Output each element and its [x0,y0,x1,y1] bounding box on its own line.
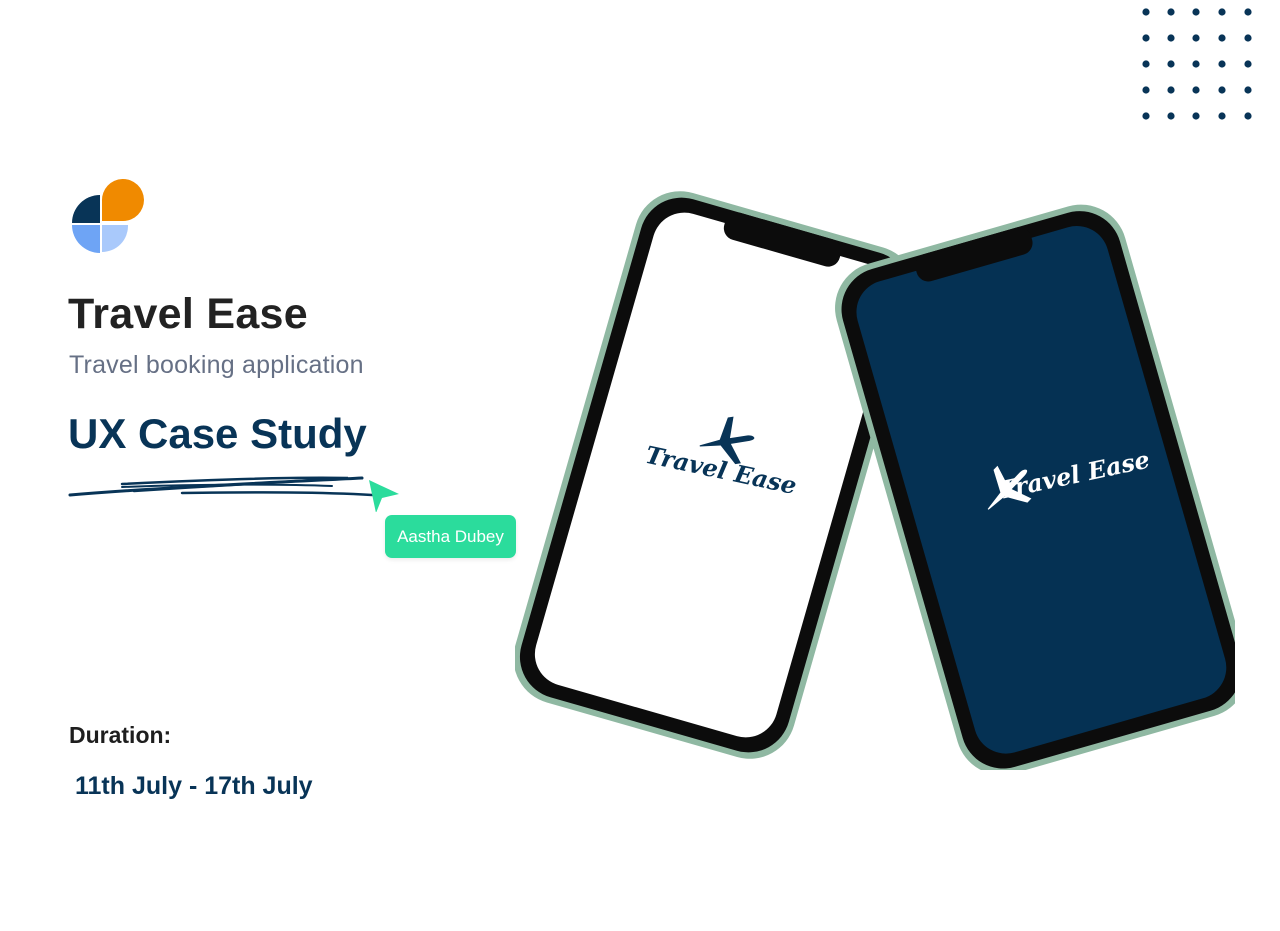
app-title: Travel Ease [68,290,308,338]
dot-grid-icon [1142,8,1252,120]
duration-value: 11th July - 17th July [75,772,313,800]
duration-label: Duration: [69,722,172,748]
author-tag: Aastha Dubey [385,515,516,558]
case-study-heading: UX Case Study [68,410,367,457]
dark-phone: Travel Ease [835,204,1235,770]
phones-mockup: Travel Ease Travel Ease [515,191,1235,770]
travel-ease-logo-icon [72,179,144,253]
app-subtitle: Travel booking application [69,351,364,379]
scribble-underline [68,476,399,512]
cursor-arrow-icon [369,480,399,512]
